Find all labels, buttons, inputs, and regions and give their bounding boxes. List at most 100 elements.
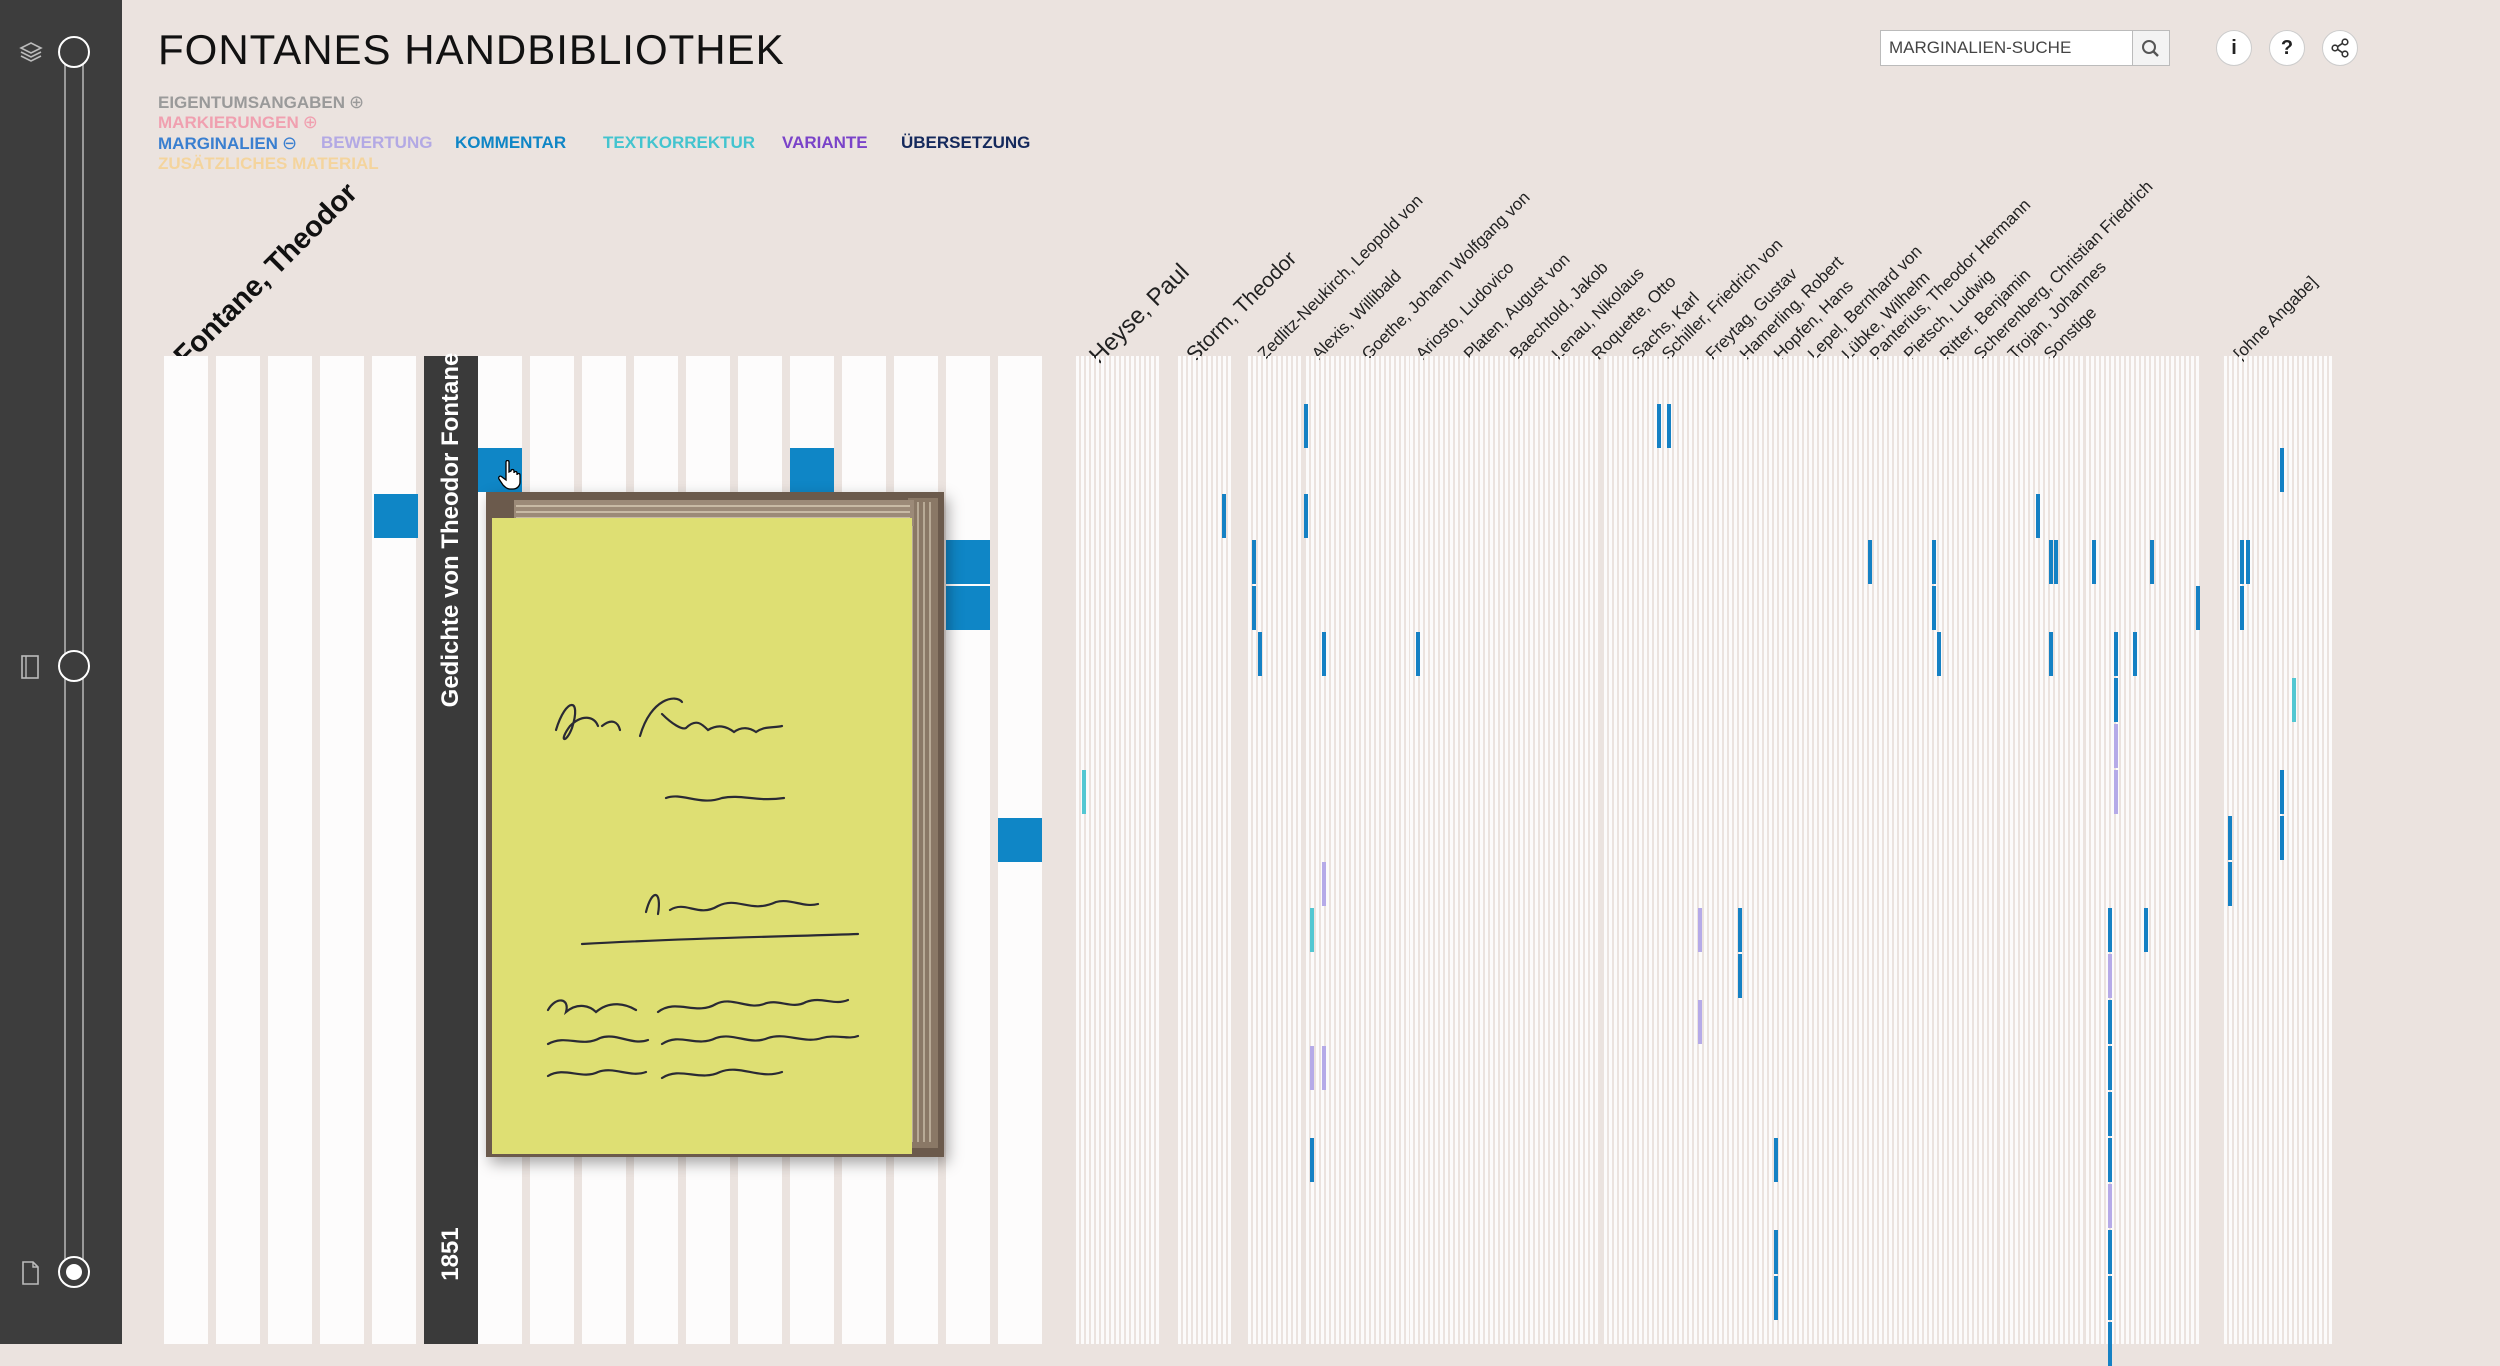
book-column[interactable]	[1086, 356, 1089, 1344]
book-column[interactable]	[1869, 356, 1872, 1344]
book-column[interactable]	[1283, 356, 1286, 1344]
book-column[interactable]	[1934, 356, 1937, 1344]
book-column[interactable]	[2191, 356, 2194, 1344]
annotation-mark[interactable]	[1774, 1230, 1778, 1274]
book-column[interactable]	[1406, 356, 1409, 1344]
annotation-mark[interactable]	[1937, 632, 1941, 676]
book-column[interactable]	[1854, 356, 1857, 1344]
book-column[interactable]	[1470, 356, 1473, 1344]
help-button[interactable]: ?	[2269, 30, 2305, 66]
book-column[interactable]	[1371, 356, 1374, 1344]
book-column[interactable]	[2065, 356, 2068, 1344]
book-column[interactable]	[1091, 356, 1094, 1344]
book-column[interactable]	[1356, 356, 1359, 1344]
book-column[interactable]	[1784, 356, 1787, 1344]
book-column[interactable]	[1924, 356, 1927, 1344]
collapse-icon[interactable]: ⊖	[282, 133, 297, 154]
book-column[interactable]	[2151, 356, 2154, 1344]
owner-book-column[interactable]	[268, 356, 312, 1344]
book-column[interactable]	[1804, 356, 1807, 1344]
person-label[interactable]: Heyse, Paul	[1084, 258, 1195, 369]
book-column[interactable]	[1824, 356, 1827, 1344]
book-column[interactable]	[1644, 356, 1647, 1344]
annotation-mark[interactable]	[2108, 954, 2112, 998]
book-column[interactable]	[1131, 356, 1134, 1344]
book-column[interactable]	[1974, 356, 1977, 1344]
book-column[interactable]	[1764, 356, 1767, 1344]
book-column[interactable]	[2045, 356, 2048, 1344]
book-column[interactable]	[1609, 356, 1612, 1344]
book-column[interactable]	[1565, 356, 1568, 1344]
book-column[interactable]	[1440, 356, 1443, 1344]
book-column[interactable]	[1156, 356, 1159, 1344]
book-column[interactable]	[1649, 356, 1652, 1344]
annotation-mark[interactable]	[2036, 494, 2040, 538]
book-column[interactable]	[1188, 356, 1191, 1344]
owner-book-column[interactable]	[320, 356, 364, 1344]
book-column[interactable]	[1326, 356, 1329, 1344]
book-column[interactable]	[1530, 356, 1533, 1344]
book-column[interactable]	[2249, 356, 2252, 1344]
book-column[interactable]	[2289, 356, 2292, 1344]
book-column[interactable]	[1101, 356, 1104, 1344]
book-column[interactable]	[1689, 356, 1692, 1344]
book-cover-preview[interactable]	[486, 492, 944, 1157]
legend-markierungen[interactable]: MARKIERUNGEN ⊕	[158, 112, 318, 133]
expand-icon[interactable]: ⊕	[303, 112, 318, 133]
book-column[interactable]	[2319, 356, 2322, 1344]
annotation-mark[interactable]	[2114, 724, 2118, 768]
book-column[interactable]	[1754, 356, 1757, 1344]
search-button[interactable]	[2132, 31, 2169, 65]
annotation-mark[interactable]	[2240, 586, 2244, 630]
legend-textkorrektur[interactable]: TEXTKORREKTUR	[603, 133, 755, 153]
book-column[interactable]	[1401, 356, 1404, 1344]
book-column[interactable]	[2000, 356, 2003, 1344]
book-column[interactable]	[1520, 356, 1523, 1344]
book-column[interactable]	[2181, 356, 2184, 1344]
book-column[interactable]	[2314, 356, 2317, 1344]
annotation-mark[interactable]	[2228, 862, 2232, 906]
book-column[interactable]	[1590, 356, 1593, 1344]
book-column[interactable]	[1081, 356, 1084, 1344]
book-column[interactable]	[1545, 356, 1548, 1344]
book-column[interactable]	[1829, 356, 1832, 1344]
annotation-mark[interactable]	[2108, 1322, 2112, 1366]
annotation-mark[interactable]	[2114, 632, 2118, 676]
book-column[interactable]	[1106, 356, 1109, 1344]
book-column[interactable]	[1919, 356, 1922, 1344]
book-column[interactable]	[1834, 356, 1837, 1344]
annotation-mark[interactable]	[1774, 1138, 1778, 1182]
book-column[interactable]	[1273, 356, 1276, 1344]
book-column[interactable]	[2259, 356, 2262, 1344]
book-column[interactable]	[1849, 356, 1852, 1344]
annotation-mark[interactable]	[1774, 1276, 1778, 1320]
book-column[interactable]	[1298, 356, 1301, 1344]
legend-bewertung[interactable]: BEWERTUNG	[321, 133, 432, 153]
book-column[interactable]	[1151, 356, 1154, 1344]
book-column[interactable]	[1719, 356, 1722, 1344]
annotation-mark[interactable]	[2196, 586, 2200, 630]
book-column[interactable]	[2050, 356, 2053, 1344]
book-column[interactable]	[2329, 356, 2332, 1344]
annotation-mark[interactable]	[1932, 540, 1936, 584]
owner-book-column[interactable]	[216, 356, 260, 1344]
book-column[interactable]	[1580, 356, 1583, 1344]
book-column[interactable]	[1619, 356, 1622, 1344]
annotation-mark[interactable]	[2092, 540, 2096, 584]
book-column[interactable]	[1485, 356, 1488, 1344]
book-column[interactable]	[2055, 356, 2058, 1344]
book-column[interactable]	[1959, 356, 1962, 1344]
book-column[interactable]	[2136, 356, 2139, 1344]
book-column[interactable]	[2116, 356, 2119, 1344]
marginalia-mark[interactable]	[998, 818, 1042, 862]
book-column[interactable]	[1889, 356, 1892, 1344]
marginalia-mark[interactable]	[374, 494, 418, 538]
book-column[interactable]	[2324, 356, 2327, 1344]
book-column[interactable]	[2239, 356, 2242, 1344]
book-column[interactable]	[1278, 356, 1281, 1344]
annotation-mark[interactable]	[1222, 494, 1226, 538]
annotation-mark[interactable]	[1304, 404, 1308, 448]
annotation-mark[interactable]	[1698, 1000, 1702, 1044]
book-column[interactable]	[1744, 356, 1747, 1344]
book-column[interactable]	[1734, 356, 1737, 1344]
